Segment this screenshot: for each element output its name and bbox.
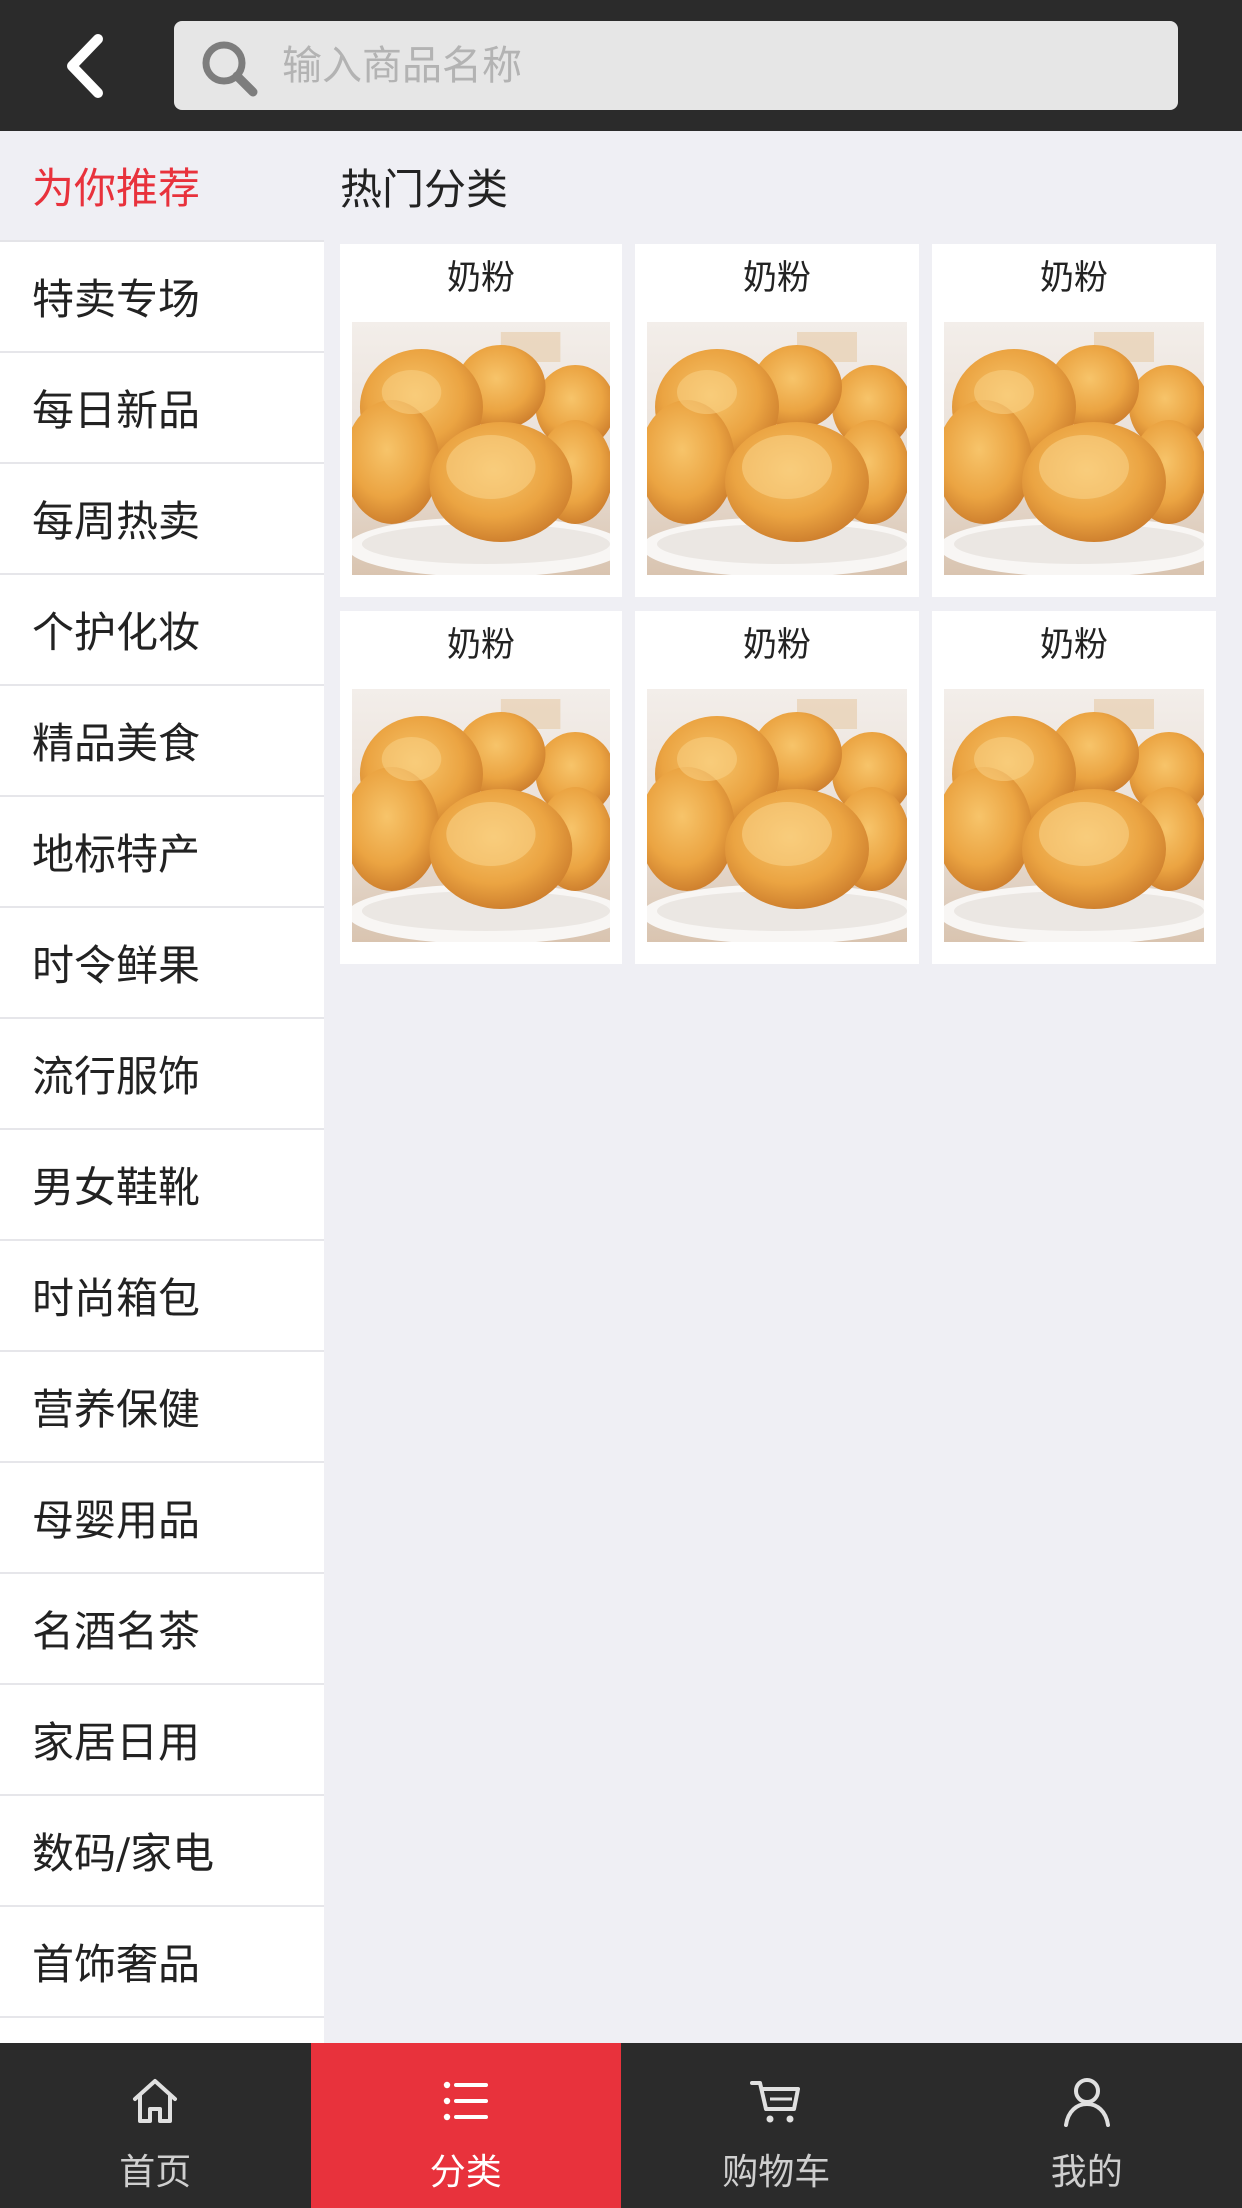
sidebar-item-recommend[interactable]: 为你推荐 [0,131,324,242]
sidebar-item[interactable]: 数码/家电 [0,1796,324,1907]
category-card-label: 奶粉 [743,258,811,298]
sidebar-item[interactable]: 首饰奢品 [0,1907,324,2018]
product-image [944,689,1204,942]
category-card-label: 奶粉 [1040,625,1108,665]
category-grid: 奶粉 奶粉 奶粉 奶粉 奶粉 奶粉 [340,244,1232,964]
category-card[interactable]: 奶粉 [340,611,622,964]
category-card-label: 奶粉 [447,258,515,298]
product-image [352,322,610,575]
sidebar-item[interactable]: 家居日用 [0,1685,324,1796]
category-card[interactable]: 奶粉 [932,611,1216,964]
product-image [944,322,1204,575]
tab-category[interactable]: 分类 [310,2043,621,2208]
tab-label: 首页 [119,2152,192,2193]
sidebar-item[interactable]: 个护化妆 [0,575,324,686]
sidebar-item[interactable]: 时令鲜果 [0,908,324,1019]
search-icon [202,41,258,97]
search-input[interactable] [282,21,1162,110]
list-icon [443,2081,488,2121]
sidebar-item[interactable]: 母婴用品 [0,1463,324,1574]
user-icon [1063,2078,1110,2127]
chevron-left-icon [67,33,103,98]
category-card-label: 奶粉 [743,625,811,665]
product-image [647,322,907,575]
cart-icon [750,2081,801,2123]
product-image [352,689,610,942]
search-box[interactable] [174,21,1178,110]
sidebar-item[interactable]: 流行服饰 [0,1019,324,1130]
category-content: 热门分类 奶粉 奶粉 奶粉 奶粉 奶粉 奶粉 [324,131,1242,2043]
sidebar-item[interactable]: 每日新品 [0,353,324,464]
category-card[interactable]: 奶粉 [932,244,1216,597]
sidebar-item[interactable]: 名酒名茶 [0,1574,324,1685]
category-card[interactable]: 奶粉 [635,611,919,964]
sidebar-item[interactable]: 精品美食 [0,686,324,797]
top-bar [0,0,1242,131]
product-image [647,689,907,942]
tab-home[interactable]: 首页 [0,2043,311,2208]
sidebar-item[interactable]: 每周热卖 [0,464,324,575]
sidebar-item[interactable]: 特卖专场 [0,242,324,353]
tab-profile[interactable]: 我的 [932,2043,1242,2208]
back-button[interactable] [40,18,130,113]
category-card[interactable]: 奶粉 [340,244,622,597]
tab-label: 分类 [429,2152,502,2193]
sidebar-item[interactable]: 男女鞋靴 [0,1130,324,1241]
tab-label: 我的 [1050,2152,1123,2193]
category-card-label: 奶粉 [447,625,515,665]
sidebar-item[interactable]: 营养保健 [0,1352,324,1463]
category-card[interactable]: 奶粉 [635,244,919,597]
category-sidebar: 为你推荐 特卖专场 每日新品 每周热卖 个护化妆 精品美食 地标特产 时令鲜果 … [0,131,324,2043]
tab-cart[interactable]: 购物车 [621,2043,932,2208]
bottom-tab-bar: 首页 分类 购物车 我的 [0,2043,1242,2208]
tab-label: 购物车 [722,2152,831,2193]
sidebar-item[interactable]: 地标特产 [0,797,324,908]
category-card-label: 奶粉 [1040,258,1108,298]
section-title: 热门分类 [340,165,509,214]
sidebar-item[interactable]: 时尚箱包 [0,1241,324,1352]
home-icon [133,2079,178,2123]
